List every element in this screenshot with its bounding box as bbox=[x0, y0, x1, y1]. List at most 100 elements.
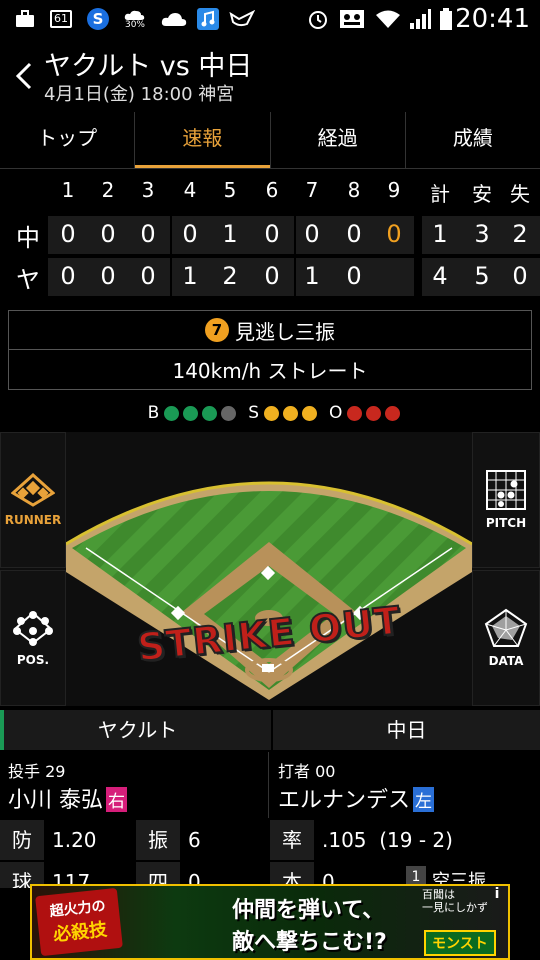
total-header: 計 bbox=[430, 182, 450, 206]
runner-button[interactable]: RUNNER bbox=[0, 432, 66, 568]
ball-dot bbox=[183, 405, 199, 421]
inning-score: 0 bbox=[100, 262, 116, 290]
back-button[interactable] bbox=[10, 56, 40, 96]
wifi-icon bbox=[374, 8, 402, 30]
inning-score: 0 bbox=[304, 220, 320, 248]
battery-level-icon: 61 bbox=[48, 8, 74, 30]
positions-button[interactable]: POS. bbox=[0, 570, 66, 706]
field-section: STRIKE OUT RUNNER POS. PITCH DATA bbox=[0, 432, 540, 706]
strike-label: S bbox=[248, 403, 260, 423]
inning-score: 2 bbox=[222, 262, 238, 290]
bird-app-icon bbox=[228, 8, 256, 30]
svg-text:S: S bbox=[93, 10, 104, 28]
pitch-label: PITCH bbox=[485, 516, 527, 530]
ad-small-text: 百聞は 一見にしかず bbox=[422, 888, 488, 914]
inning-score: 1 bbox=[222, 220, 238, 248]
data-label: DATA bbox=[488, 654, 524, 668]
era-value: 1.20 bbox=[52, 828, 97, 852]
stats-row: 防 1.20 振 6 率 .105 (19 - 2) bbox=[0, 820, 540, 860]
pitcher-name: 小川 泰弘 bbox=[8, 788, 103, 813]
inning-header: 7 bbox=[305, 178, 319, 202]
out-dot bbox=[347, 405, 363, 421]
total-value: 1 bbox=[432, 220, 448, 248]
play-result-line: 7 見逃し三振 bbox=[9, 311, 531, 350]
inning-header: 8 bbox=[347, 178, 361, 202]
team-header-row: ヤクルト 中日 bbox=[0, 710, 540, 750]
batter-order-badge: 7 bbox=[205, 318, 229, 342]
clock: 20:41 bbox=[455, 4, 530, 34]
music-app-icon bbox=[196, 8, 220, 30]
out-dot bbox=[385, 405, 401, 421]
ball-dot bbox=[221, 405, 237, 421]
inning-score: 0 bbox=[100, 220, 116, 248]
tab-live[interactable]: 速報 bbox=[135, 112, 271, 168]
data-button[interactable]: DATA bbox=[472, 570, 540, 706]
inning-header: 3 bbox=[141, 178, 155, 202]
inning-score: 0 bbox=[386, 220, 402, 248]
strike-dot bbox=[302, 405, 318, 421]
pitch-grid-icon bbox=[486, 470, 526, 510]
tab-top[interactable]: トップ bbox=[0, 112, 136, 168]
ad-headline-1: 仲間を弾いて、 bbox=[232, 898, 385, 923]
pitcher-label: 投手 29 bbox=[8, 762, 66, 781]
strike-dot bbox=[283, 405, 299, 421]
out-dot bbox=[366, 405, 382, 421]
era-label: 防 bbox=[0, 820, 44, 860]
inning-header: 2 bbox=[101, 178, 115, 202]
total-header: 安 bbox=[472, 182, 492, 206]
total-value: 5 bbox=[474, 262, 490, 290]
rain-percent: 30% bbox=[124, 19, 145, 30]
inning-score: 0 bbox=[140, 262, 156, 290]
inning-score: 0 bbox=[346, 262, 362, 290]
briefcase-icon bbox=[14, 8, 36, 30]
ad-banner[interactable]: 超火力の 必殺技 仲間を弾いて、 敵へ撃ちこむ!? 百聞は 一見にしかず i モ… bbox=[30, 884, 510, 960]
scoreboard: 123456789計安失中000010000132ヤ00012010450 bbox=[0, 170, 540, 300]
game-date-venue: 4月1日(金) 18:00 神宮 bbox=[44, 84, 235, 105]
inning-header: 6 bbox=[265, 178, 279, 202]
chevron-left-icon bbox=[15, 62, 32, 90]
inning-score: 0 bbox=[264, 262, 280, 290]
inning-score: 0 bbox=[60, 220, 76, 248]
away-team-name: 中日 bbox=[273, 710, 540, 750]
batter-card[interactable]: 打者 00 エルナンデス左 bbox=[270, 752, 540, 818]
home-team-name: ヤクルト bbox=[0, 710, 271, 750]
page-title: ヤクルト vs 中日 bbox=[44, 51, 253, 82]
inning-header: 5 bbox=[223, 178, 237, 202]
team-abbrev: ヤ bbox=[16, 266, 40, 294]
tab-bar: トップ 速報 経過 成績 bbox=[0, 112, 540, 169]
tab-progress[interactable]: 経過 bbox=[271, 112, 406, 168]
game-header: ヤクルト vs 中日 4月1日(金) 18:00 神宮 bbox=[0, 38, 540, 110]
signal-icon bbox=[408, 8, 432, 30]
ad-tag: 超火力の 必殺技 bbox=[35, 887, 123, 957]
inning-score: 0 bbox=[346, 220, 362, 248]
alarm-icon bbox=[306, 8, 330, 30]
runner-diamond-icon bbox=[11, 473, 55, 507]
pitch-button[interactable]: PITCH bbox=[472, 432, 540, 568]
play-result-box: 7 見逃し三振 140km/h ストレート bbox=[8, 310, 532, 390]
battery-icon bbox=[438, 8, 454, 30]
tab-results[interactable]: 成績 bbox=[406, 112, 540, 168]
radar-chart-icon bbox=[484, 608, 528, 647]
avg-value: .105 (19 - 2) bbox=[322, 828, 453, 852]
total-value: 3 bbox=[474, 220, 490, 248]
pitcher-card[interactable]: 投手 29 小川 泰弘右 bbox=[0, 752, 269, 818]
total-value: 4 bbox=[432, 262, 448, 290]
play-result-text: 見逃し三振 bbox=[235, 319, 335, 344]
pitcher-name-line: 小川 泰弘右 bbox=[8, 782, 127, 814]
batter-hand-badge: 左 bbox=[413, 787, 435, 812]
strikeouts-value: 6 bbox=[188, 828, 201, 852]
total-header: 失 bbox=[510, 182, 530, 206]
ad-headline-2: 敵へ撃ちこむ!? bbox=[232, 930, 387, 955]
ad-info-icon[interactable]: i bbox=[488, 886, 506, 904]
manner-mode-icon bbox=[338, 8, 366, 30]
inning-score: 0 bbox=[182, 220, 198, 248]
inning-score: 1 bbox=[304, 262, 320, 290]
batter-name-line: エルナンデス左 bbox=[278, 782, 435, 814]
inning-header: 4 bbox=[183, 178, 197, 202]
matchup-row: 投手 29 小川 泰弘右 打者 00 エルナンデス左 bbox=[0, 752, 540, 818]
ball-label: B bbox=[147, 403, 160, 423]
ball-dot bbox=[202, 405, 218, 421]
pitcher-hand-badge: 右 bbox=[106, 787, 127, 812]
inning-header: 1 bbox=[61, 178, 75, 202]
team-abbrev: 中 bbox=[16, 224, 40, 252]
